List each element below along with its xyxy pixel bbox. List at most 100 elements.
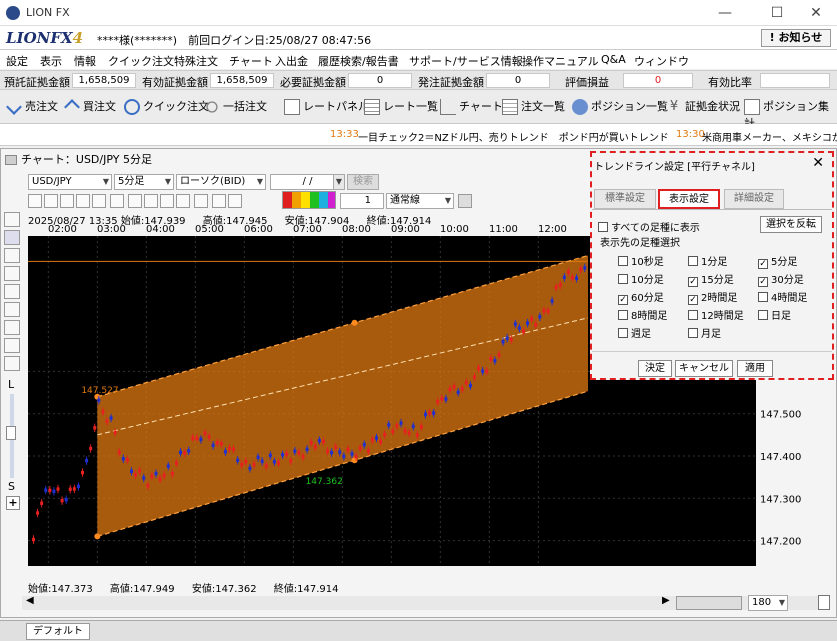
menu-manual[interactable]: 操作マニュアル xyxy=(522,53,599,69)
menu-window[interactable]: ウィンドウ xyxy=(634,53,689,69)
table-tool-icon[interactable] xyxy=(4,320,20,335)
pitchfork-tool-icon[interactable] xyxy=(144,194,158,208)
lock-icon[interactable] xyxy=(818,595,830,610)
interval-option-checkbox[interactable]: 10秒足 xyxy=(618,253,664,268)
checkbox-box[interactable] xyxy=(758,292,768,302)
checkbox-box[interactable] xyxy=(758,310,768,320)
menu-history[interactable]: 履歴検索/報告書 xyxy=(318,53,399,69)
text-tool-icon[interactable] xyxy=(176,194,190,208)
checkbox-box[interactable]: ✓ xyxy=(688,295,698,305)
scroll-left-icon[interactable]: ◀ xyxy=(26,595,34,606)
sell-order-button[interactable]: 売注文 xyxy=(6,98,58,116)
gann-tool-icon[interactable] xyxy=(128,194,142,208)
checkbox-box[interactable] xyxy=(618,310,628,320)
eraser-tool-icon[interactable] xyxy=(194,194,208,208)
chart-scrollbar[interactable]: ◀ ▶ 180 ▼ xyxy=(22,595,830,611)
trash-icon[interactable] xyxy=(212,194,226,208)
news-ticker[interactable]: 13:33 一目チェック2＝NZドル円、売りトレンド ポンド円が買いトレンド 1… xyxy=(0,124,837,146)
copy-icon[interactable] xyxy=(4,356,20,371)
scroll-nav-buttons[interactable] xyxy=(676,596,742,610)
tab-default[interactable]: デフォルト xyxy=(26,623,90,640)
menu-support[interactable]: サポート/サービス情報 xyxy=(409,53,523,69)
interval-option-checkbox[interactable]: 12時間足 xyxy=(688,307,744,322)
crosshair-icon[interactable]: + xyxy=(6,496,20,510)
interval-option-checkbox[interactable]: 8時間足 xyxy=(618,307,667,322)
arrow-tool-icon[interactable] xyxy=(160,194,174,208)
menu-settings[interactable]: 設定 xyxy=(6,53,28,69)
invert-selection-button[interactable]: 選択を反転 xyxy=(760,216,822,233)
ok-button[interactable]: 決定 xyxy=(638,360,672,377)
fib-tool-icon[interactable] xyxy=(110,194,124,208)
interval-select[interactable]: 5分足 ▼ xyxy=(114,174,174,190)
notice-button[interactable]: ! お知らせ xyxy=(761,29,831,47)
zoom-select[interactable]: 180 ▼ xyxy=(748,595,788,611)
ruler-tool-icon[interactable] xyxy=(4,284,20,299)
maximize-button[interactable]: ☐ xyxy=(757,4,797,22)
chart-button[interactable]: チャート xyxy=(440,98,503,116)
margin-status-button[interactable]: ¥ 証拠金状況 xyxy=(666,98,740,116)
interval-option-checkbox[interactable]: 1分足 xyxy=(688,253,727,268)
pencil-tool-icon[interactable] xyxy=(4,230,20,245)
dialog-close-icon[interactable]: ✕ xyxy=(812,155,824,171)
all-intervals-checkbox[interactable]: すべての足種に表示 xyxy=(598,219,700,234)
position-list-button[interactable]: ポジション一覧 xyxy=(572,98,668,116)
check-tool-icon[interactable] xyxy=(228,194,242,208)
hline-tool-icon[interactable] xyxy=(60,194,74,208)
date-picker-button[interactable]: ▼ xyxy=(333,174,345,190)
interval-option-checkbox[interactable]: ✓ 60分足 xyxy=(618,289,664,305)
interval-option-checkbox[interactable]: ✓ 15分足 xyxy=(688,271,734,287)
checkbox-box[interactable]: ✓ xyxy=(758,259,768,269)
zoom-slider-handle[interactable] xyxy=(6,426,16,440)
menu-quick-order[interactable]: クイック注文 xyxy=(108,53,174,69)
interval-option-checkbox[interactable]: ✓ 5分足 xyxy=(758,253,797,269)
indicator-tool-icon[interactable] xyxy=(4,248,20,263)
interval-option-checkbox[interactable]: 4時間足 xyxy=(758,289,807,304)
position-summary-button[interactable]: ポジション集計 xyxy=(744,98,837,130)
cursor-tool-icon[interactable] xyxy=(4,212,20,227)
checkbox-box[interactable] xyxy=(688,310,698,320)
rate-panel-button[interactable]: レートパネル xyxy=(284,98,369,116)
checkbox-box[interactable] xyxy=(618,256,628,266)
menu-info[interactable]: 情報 xyxy=(74,53,96,69)
checkbox-box[interactable]: ✓ xyxy=(758,277,768,287)
interval-option-checkbox[interactable]: ✓ 2時間足 xyxy=(688,289,737,305)
checkbox-box[interactable]: ✓ xyxy=(618,295,628,305)
order-list-button[interactable]: 注文一覧 xyxy=(502,98,565,116)
line-width-stepper[interactable]: 1 xyxy=(340,193,384,209)
minimize-button[interactable]: — xyxy=(705,4,745,22)
print-icon[interactable] xyxy=(4,338,20,353)
candle-type-select[interactable]: ローソク(BID) ▼ xyxy=(176,174,266,190)
menu-deposit[interactable]: 入出金 xyxy=(275,53,308,69)
interval-option-checkbox[interactable]: 月足 xyxy=(688,325,721,340)
chart-plot[interactable]: 147.527 147.362 xyxy=(28,236,588,566)
cancel-button[interactable]: キャンセル xyxy=(675,360,733,377)
edit-tool-icon[interactable] xyxy=(4,266,20,281)
interval-option-checkbox[interactable]: 10分足 xyxy=(618,271,664,286)
close-button[interactable]: ✕ xyxy=(796,4,836,22)
interval-option-checkbox[interactable]: 週足 xyxy=(618,325,651,340)
checkbox-box[interactable] xyxy=(688,328,698,338)
menu-qa[interactable]: Q&A xyxy=(601,53,626,66)
channel-tool-icon[interactable] xyxy=(92,194,106,208)
magnet-tool-icon[interactable] xyxy=(28,194,42,208)
menu-chart[interactable]: チャート xyxy=(229,53,273,69)
eyedropper-icon[interactable] xyxy=(458,194,472,208)
line-style-select[interactable]: 通常線 ▼ xyxy=(386,193,454,209)
scroll-right-icon[interactable]: ▶ xyxy=(662,595,670,606)
tab-detail-settings[interactable]: 詳細設定 xyxy=(724,189,784,209)
trendline-tool-icon[interactable] xyxy=(44,194,58,208)
interval-option-checkbox[interactable]: 日足 xyxy=(758,307,791,322)
checkbox-box[interactable] xyxy=(688,256,698,266)
quick-order-button[interactable]: クイック注文 xyxy=(124,98,209,116)
tab-standard-settings[interactable]: 標準設定 xyxy=(594,189,656,209)
buy-order-button[interactable]: 買注文 xyxy=(64,98,116,116)
checkbox-box[interactable] xyxy=(618,274,628,284)
tab-display-settings[interactable]: 表示設定 xyxy=(658,189,720,209)
interval-option-checkbox[interactable]: ✓ 30分足 xyxy=(758,271,804,287)
pair-select[interactable]: USD/JPY ▼ xyxy=(28,174,112,190)
apply-button[interactable]: 適用 xyxy=(737,360,773,377)
search-button[interactable]: 検索 xyxy=(347,174,379,190)
menu-special-order[interactable]: 特殊注文 xyxy=(174,53,218,69)
date-input[interactable]: / / xyxy=(270,174,342,190)
vline-tool-icon[interactable] xyxy=(76,194,90,208)
